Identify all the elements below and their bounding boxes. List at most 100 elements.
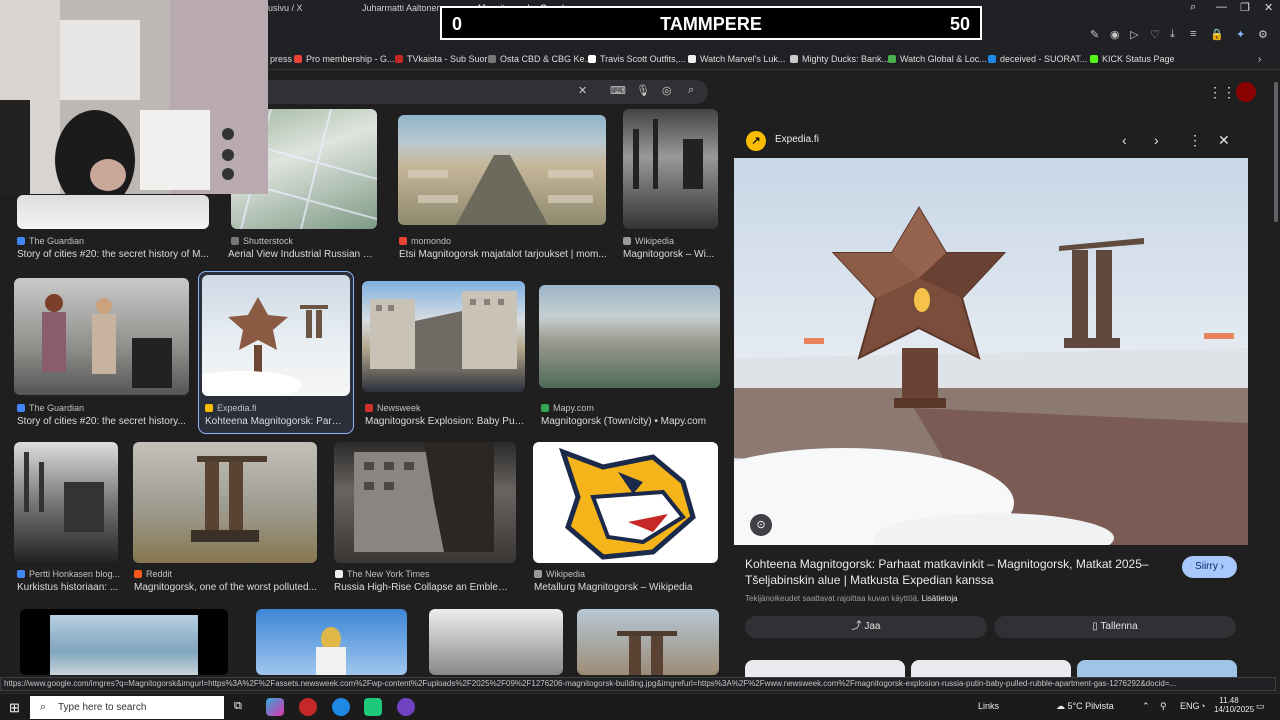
keyboard-icon[interactable]: ⌨ xyxy=(610,84,626,97)
source-favicon xyxy=(205,404,213,412)
result-image[interactable] xyxy=(202,275,350,396)
save-button[interactable]: ▯ Tallenna xyxy=(994,616,1236,638)
lens-icon[interactable]: ⊙ xyxy=(750,514,772,536)
close-icon[interactable]: ✕ xyxy=(1218,132,1230,149)
windows-start-icon[interactable]: ⊞ xyxy=(9,700,20,716)
result-image[interactable] xyxy=(398,115,606,225)
tab-juharmatti[interactable]: Juharmatti Aaltonen xyxy=(362,2,452,15)
search-icon[interactable]: ⌕ xyxy=(688,84,694,97)
bookmark-item[interactable]: Watch Marvel's Luk... xyxy=(688,54,785,64)
bookmark-item[interactable]: KICK Status Page xyxy=(1090,54,1175,64)
lens-search-icon[interactable]: ◎ xyxy=(662,84,672,97)
bookmark-item[interactable]: Travis Scott Outfits,... xyxy=(588,54,686,64)
download-icon[interactable]: ⤓ xyxy=(1170,28,1175,41)
bookmark-item[interactable]: Osta CBD & CBG Ke... xyxy=(488,54,592,64)
result-image[interactable] xyxy=(14,442,118,563)
result-caption[interactable]: Story of cities #20: the secret history.… xyxy=(17,416,189,427)
search-tabs-icon[interactable]: ⌕ xyxy=(1190,1,1196,14)
app-icon[interactable] xyxy=(397,698,415,716)
result-source: Shutterstock xyxy=(231,236,293,246)
source-favicon xyxy=(17,404,25,412)
result-image[interactable] xyxy=(429,609,563,675)
time: 11.48 xyxy=(1219,696,1239,705)
source-favicon xyxy=(365,404,373,412)
tab-x[interactable]: usivu / X xyxy=(268,2,308,15)
more-options-icon[interactable]: ⋮ xyxy=(1188,132,1202,149)
menu-icon[interactable]: ≡ xyxy=(1190,28,1196,40)
edge-icon[interactable] xyxy=(332,698,350,716)
result-image[interactable] xyxy=(256,609,407,675)
result-caption[interactable]: Magnitogorsk – Wi... xyxy=(623,249,718,260)
result-caption[interactable]: Magnitogorsk, one of the worst polluted.… xyxy=(134,582,318,593)
result-caption[interactable]: Magnitogorsk (Town/city) • Mapy.com xyxy=(541,416,721,427)
result-caption[interactable]: Etsi Magnitogorsk majatalot tarjoukset |… xyxy=(399,249,607,260)
search-input[interactable]: ✕ ⌨ 🎙 ◎ ⌕ xyxy=(268,80,708,104)
bookmark-item[interactable]: Mighty Ducks: Bank... xyxy=(790,54,889,64)
result-image[interactable] xyxy=(17,195,209,229)
wifi-icon[interactable]: ◔ xyxy=(1200,701,1205,711)
bookmark-item[interactable]: TVkaista - Sub Suora xyxy=(395,54,493,64)
taskbar-search-input[interactable]: ⌕ Type here to search xyxy=(30,696,224,719)
avatar[interactable] xyxy=(1236,82,1256,102)
result-source: Wikipedia xyxy=(623,236,674,246)
bookmarks-overflow-icon[interactable]: › xyxy=(1258,54,1261,65)
edit-icon[interactable]: ✎ xyxy=(1090,28,1099,41)
panel-source[interactable]: Expedia.fi xyxy=(775,134,819,145)
camera-icon[interactable]: ◉ xyxy=(1110,28,1120,41)
result-caption[interactable]: Magnitogorsk Explosion: Baby Pull... xyxy=(365,416,525,427)
opera-icon[interactable] xyxy=(299,698,317,716)
result-caption[interactable]: Metallurg Magnitogorsk – Wikipedia xyxy=(534,582,719,593)
scrollbar-thumb[interactable] xyxy=(1274,82,1278,222)
microphone-icon[interactable]: 🎙 xyxy=(636,84,650,97)
result-image[interactable] xyxy=(577,609,719,675)
extension-icon[interactable]: ✦ xyxy=(1236,28,1245,41)
result-image[interactable] xyxy=(539,285,720,388)
result-caption[interactable]: Aerial View Industrial Russian Cit... xyxy=(228,249,378,260)
result-caption[interactable]: Story of cities #20: the secret history … xyxy=(17,249,209,260)
weather-widget[interactable]: ☁ 5°C Pilvista xyxy=(1056,701,1114,712)
bookmark-item[interactable]: deceived - SUORAT... xyxy=(988,54,1087,64)
bookmark-item[interactable]: press xyxy=(270,54,292,64)
monument-statues-image xyxy=(191,456,267,542)
visit-button[interactable]: Siirry › xyxy=(1182,556,1237,578)
network-icon[interactable]: ⚲ xyxy=(1160,701,1167,712)
result-image[interactable] xyxy=(362,281,525,392)
lock-icon[interactable]: 🔒 xyxy=(1210,28,1224,41)
language-indicator[interactable]: ENG xyxy=(1180,701,1200,711)
bookmark-item[interactable]: Watch Global & Loc... xyxy=(888,54,987,64)
settings-icon[interactable]: ⚙ xyxy=(1258,28,1268,41)
result-image[interactable] xyxy=(14,278,189,395)
copilot-icon[interactable] xyxy=(266,698,284,716)
result-caption[interactable]: Russia High-Rise Collapse an Emblem ... xyxy=(334,582,516,593)
result-image[interactable] xyxy=(623,109,718,229)
heart-icon[interactable]: ♡ xyxy=(1150,28,1160,41)
previous-icon[interactable]: ‹ xyxy=(1122,132,1127,148)
restore-icon[interactable]: ❐ xyxy=(1240,1,1250,14)
preview-image[interactable] xyxy=(734,158,1248,545)
clock[interactable]: 11.48 14/10/2025 xyxy=(1214,696,1254,714)
clear-search-icon[interactable]: ✕ xyxy=(578,84,587,97)
result-image[interactable] xyxy=(20,609,228,675)
tray-overflow-icon[interactable]: ⌃ xyxy=(1142,701,1150,712)
result-source: The New York Times xyxy=(335,569,430,579)
close-window-icon[interactable]: ✕ xyxy=(1264,1,1273,14)
apps-grid-icon[interactable]: ⋮⋮ xyxy=(1208,84,1236,101)
links-toolbar[interactable]: Links xyxy=(978,701,999,711)
result-image[interactable] xyxy=(533,442,718,563)
minimize-icon[interactable]: — xyxy=(1216,1,1227,13)
play-icon[interactable]: ▷ xyxy=(1130,28,1138,41)
share-button[interactable]: ⤴ Jaa xyxy=(745,616,987,638)
page-scrollbar[interactable] xyxy=(1272,72,1280,672)
task-view-icon[interactable]: ⧉ xyxy=(234,700,242,713)
result-source: Pertti Honkasen blog... xyxy=(17,569,120,579)
result-image[interactable] xyxy=(334,442,516,563)
learn-more-link[interactable]: Lisätietoja xyxy=(922,594,958,603)
panel-title[interactable]: Kohteena Magnitogorsk: Parhaat matkavink… xyxy=(745,556,1175,588)
next-icon[interactable]: › xyxy=(1154,132,1159,148)
result-image[interactable] xyxy=(133,442,317,563)
notifications-icon[interactable]: ▭ xyxy=(1256,701,1265,712)
result-caption[interactable]: Kurkistus historiaan: ... xyxy=(17,582,121,593)
app-icon[interactable] xyxy=(364,698,382,716)
bookmark-item[interactable]: Pro membership - G... xyxy=(294,54,395,64)
result-caption[interactable]: Kohteena Magnitogorsk: Parh... xyxy=(205,416,345,427)
